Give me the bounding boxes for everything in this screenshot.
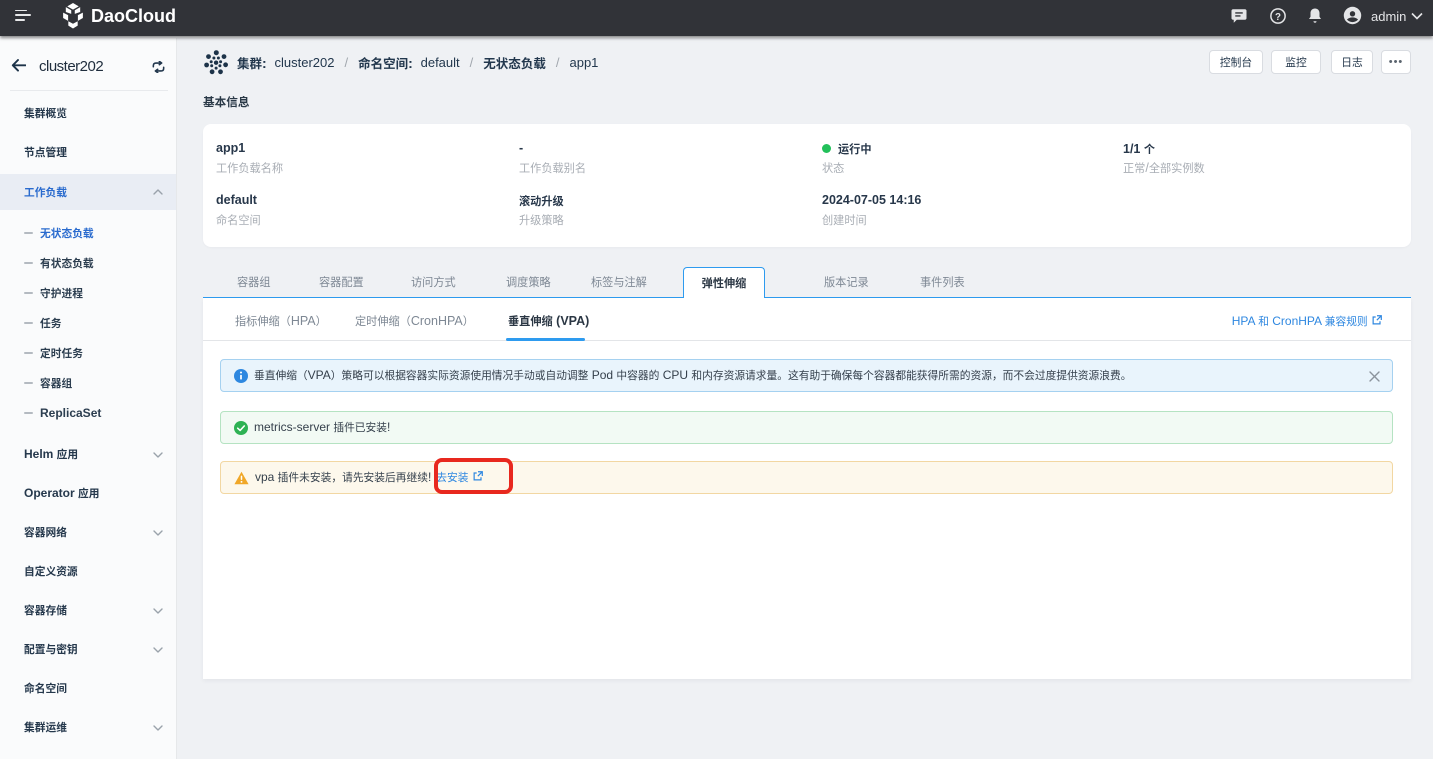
svg-text:?: ? <box>1275 12 1281 23</box>
